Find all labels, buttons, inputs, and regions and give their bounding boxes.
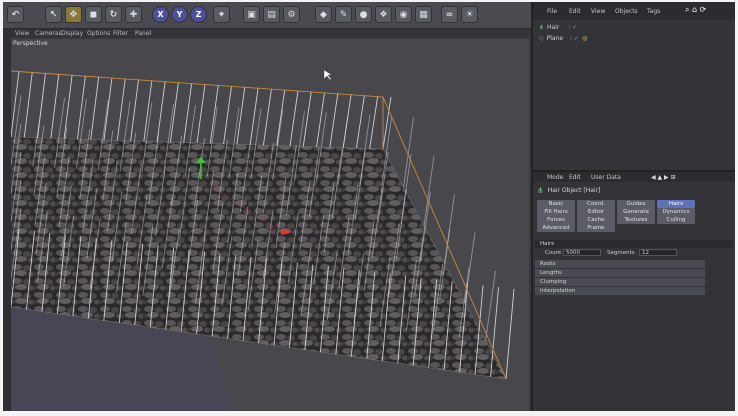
- perspective-viewport[interactable]: Perspective: [11, 39, 529, 411]
- main-toolbar: ↶ ↖ ✥ ◼ ↻ ✚ X Y Z ⌖ ▣ ▤ ⚙ ◆ ✎ ● ❖ ◉ ▦ ∞ …: [3, 2, 531, 29]
- viewport-menu-bar: View Cameras Display Options Filter Pane…: [3, 29, 531, 38]
- om-menu-objects[interactable]: Objects: [615, 8, 638, 15]
- viewport-scene: [11, 69, 515, 411]
- rotate-tool-icon[interactable]: ↻: [105, 6, 122, 23]
- segments-field[interactable]: 12: [639, 249, 677, 256]
- y-axis-lock-button[interactable]: Y: [171, 6, 188, 23]
- hair-object-icon: ⋔: [537, 186, 544, 195]
- attribute-manager: Mode Edit User Data ◀ ▲ ▶ ⊞ ⋔ Hair Objec…: [531, 170, 735, 411]
- tab-forces[interactable]: Forces: [537, 216, 575, 224]
- tab-coord-[interactable]: Coord.: [577, 200, 615, 208]
- menu-view[interactable]: View: [15, 30, 29, 37]
- tab-generate[interactable]: Generate: [617, 208, 655, 216]
- tab-basic[interactable]: Basic: [537, 200, 575, 208]
- tab-cache[interactable]: Cache: [577, 216, 615, 224]
- object-manager: File Edit View Objects Tags ⌕ ⌂ ⟳ ⋔ Hair…: [531, 2, 735, 170]
- search-icon[interactable]: ⌕ ⌂ ⟳: [685, 5, 706, 15]
- visibility-toggle-icon[interactable]: ⁝ ✓: [570, 35, 579, 42]
- render-settings-icon[interactable]: ⚙: [283, 6, 300, 23]
- am-menu-user-data[interactable]: User Data: [591, 174, 621, 181]
- menu-options[interactable]: Options: [87, 30, 110, 37]
- array-icon[interactable]: ❖: [375, 6, 392, 23]
- section-interpolation[interactable]: Interpolation: [535, 287, 705, 295]
- object-name-hair: Hair: [547, 24, 560, 31]
- count-field[interactable]: 5000: [563, 249, 601, 256]
- tab-guides[interactable]: Guides: [617, 200, 655, 208]
- object-manager-menu: File Edit View Objects Tags ⌕ ⌂ ⟳: [533, 2, 735, 20]
- floor-icon[interactable]: ▦: [415, 6, 432, 23]
- move-tool-icon[interactable]: ✥: [65, 6, 82, 23]
- section-header-hairs: Hairs: [535, 240, 733, 248]
- menu-filter[interactable]: Filter: [113, 30, 128, 37]
- attribute-manager-menu: Mode Edit User Data ◀ ▲ ▶ ⊞: [533, 172, 735, 182]
- tab-hairs[interactable]: Hairs: [657, 200, 695, 208]
- nav-arrows-icon[interactable]: ◀ ▲ ▶ ⊞: [651, 174, 676, 181]
- count-label: Count: [545, 250, 562, 256]
- section-lengths[interactable]: Lengths: [535, 269, 705, 277]
- coordinate-system-icon[interactable]: ⌖: [213, 6, 230, 23]
- segments-label: Segments: [607, 250, 635, 256]
- am-menu-mode[interactable]: Mode: [547, 174, 563, 181]
- object-title-row: ⋔ Hair Object [Hair]: [537, 186, 600, 195]
- select-tool-icon[interactable]: ↖: [45, 6, 62, 23]
- camera-icon[interactable]: ∞: [441, 6, 458, 23]
- x-axis-lock-button[interactable]: X: [152, 6, 169, 23]
- om-menu-file[interactable]: File: [547, 8, 557, 15]
- mouse-cursor: [323, 69, 333, 81]
- spline-pen-icon[interactable]: ✎: [335, 6, 352, 23]
- tab-dynamics[interactable]: Dynamics: [657, 208, 695, 216]
- tab-editor[interactable]: Editor: [577, 208, 615, 216]
- deformer-icon[interactable]: ◉: [395, 6, 412, 23]
- left-tool-strip: [3, 29, 11, 411]
- viewport-label: Perspective: [13, 40, 48, 47]
- section-clumping[interactable]: Clumping: [535, 278, 705, 286]
- om-menu-tags[interactable]: Tags: [647, 8, 660, 15]
- visibility-toggle-icon[interactable]: ⁝ ✓: [568, 24, 577, 31]
- tab-fill-hairs[interactable]: Fill Hairs: [537, 208, 575, 216]
- menu-panel[interactable]: Panel: [135, 30, 151, 37]
- section-roots[interactable]: Roots: [535, 260, 705, 268]
- nurbs-icon[interactable]: ●: [355, 6, 372, 23]
- z-axis-lock-button[interactable]: Z: [190, 6, 207, 23]
- material-tag-icon[interactable]: ◍: [582, 35, 587, 42]
- object-row-hair[interactable]: ⋔ Hair ⁝ ✓: [539, 23, 577, 32]
- tab-frame[interactable]: Frame: [577, 224, 615, 232]
- light-icon[interactable]: ☀: [461, 6, 478, 23]
- tab-textures[interactable]: Textures: [617, 216, 655, 224]
- tab-advanced[interactable]: Advanced: [537, 224, 575, 232]
- am-menu-edit[interactable]: Edit: [569, 174, 581, 181]
- om-menu-edit[interactable]: Edit: [569, 8, 581, 15]
- undo-icon[interactable]: ↶: [7, 6, 24, 23]
- cube-primitive-icon[interactable]: ◆: [315, 6, 332, 23]
- cinema4d-window: ↶ ↖ ✥ ◼ ↻ ✚ X Y Z ⌖ ▣ ▤ ⚙ ◆ ✎ ● ❖ ◉ ▦ ∞ …: [3, 2, 735, 411]
- plane-object-icon: ◇: [539, 35, 544, 42]
- tab-culling[interactable]: Culling: [657, 216, 695, 224]
- menu-display[interactable]: Display: [61, 30, 83, 37]
- object-row-plane[interactable]: ◇ Plane ⁝ ✓ ◍: [539, 34, 587, 43]
- add-object-icon[interactable]: ✚: [125, 6, 142, 23]
- object-title: Hair Object [Hair]: [547, 187, 601, 194]
- render-view-icon[interactable]: ▣: [243, 6, 260, 23]
- object-name-plane: Plane: [546, 35, 564, 42]
- scale-tool-icon[interactable]: ◼: [85, 6, 102, 23]
- menu-cameras[interactable]: Cameras: [35, 30, 62, 37]
- hair-object-icon: ⋔: [539, 24, 545, 31]
- render-picture-viewer-icon[interactable]: ▤: [263, 6, 280, 23]
- om-menu-view[interactable]: View: [591, 8, 605, 15]
